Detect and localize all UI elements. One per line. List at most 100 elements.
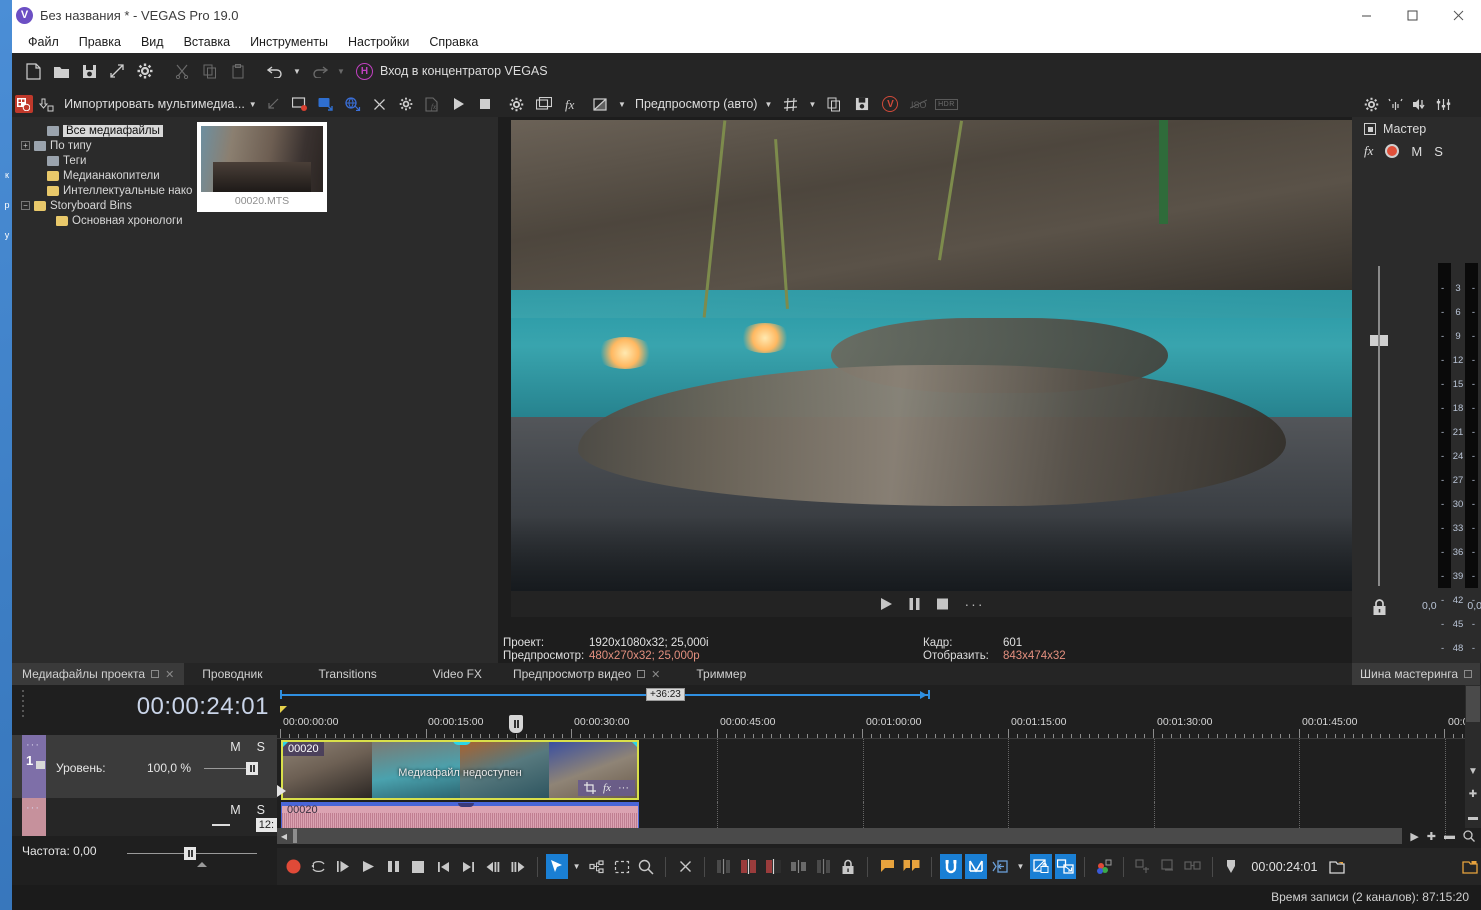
float-panel-icon[interactable] [151, 670, 159, 678]
zoom-out-icon[interactable]: ▬ [1444, 830, 1455, 842]
insert-region-icon[interactable] [901, 854, 923, 879]
menu-edit[interactable]: Правка [69, 33, 131, 51]
preview-media-icon[interactable] [446, 91, 472, 117]
close-button[interactable] [1435, 0, 1481, 31]
mute-button[interactable]: M [1411, 144, 1422, 159]
marker-bar[interactable] [277, 704, 1481, 716]
overlays-grid-icon[interactable] [777, 91, 803, 117]
color-match-tool-icon[interactable] [1093, 854, 1115, 879]
pan-crop-icon[interactable] [584, 782, 596, 794]
panel-grip[interactable] [22, 687, 28, 720]
edit-details-icon[interactable] [1132, 854, 1154, 879]
paste-icon[interactable] [225, 58, 251, 84]
close-icon[interactable]: ✕ [651, 668, 660, 681]
open-project-icon[interactable] [48, 58, 74, 84]
preview-fx-icon[interactable]: fx [559, 91, 585, 117]
save-snapshot-to-file-icon[interactable] [849, 91, 875, 117]
scroll-left-icon[interactable]: ◀ [277, 832, 291, 841]
float-panel-icon[interactable] [637, 670, 645, 678]
input-monitor-icon[interactable] [1388, 98, 1403, 111]
tree-item-main-timeline[interactable]: Основная хронологи [12, 213, 193, 228]
track-height-increase-icon[interactable]: ✚ [1465, 784, 1481, 804]
tab-video-fx[interactable]: Video FX [423, 663, 492, 685]
timeline-vertical-scrollbar[interactable]: ▼ ✚ ▬ [1465, 685, 1481, 828]
import-dropdown-icon[interactable]: ▼ [246, 91, 260, 117]
cut-icon[interactable] [169, 58, 195, 84]
iso-sensitivity-icon[interactable]: ISO [905, 91, 931, 117]
zoom-tool-icon[interactable] [1463, 830, 1475, 842]
zoom-edit-tool-icon[interactable] [636, 854, 658, 879]
auto-ripple-icon[interactable] [763, 854, 785, 879]
import-media-label[interactable]: Импортировать мультимедиа... [64, 97, 245, 111]
auto-crossfade-icon[interactable] [965, 854, 987, 879]
frequency-slider-knob[interactable] [184, 847, 196, 860]
tree-item-all-media[interactable]: Все медиафайлы [12, 123, 193, 138]
timeline-timecode-display[interactable]: 00:00:24:01 [137, 693, 269, 721]
split-screen-dropdown-icon[interactable]: ▼ [615, 91, 629, 117]
lock-aspect-ratio-icon[interactable] [1030, 854, 1052, 879]
track-options-icon[interactable]: ··· [26, 739, 40, 751]
scroll-right-icon[interactable]: ▶ [1410, 830, 1418, 843]
preview-video-canvas[interactable] [511, 120, 1353, 591]
bus-fx-button[interactable]: fx [1364, 143, 1373, 159]
pause-icon[interactable] [909, 597, 920, 611]
float-panel-icon[interactable] [1464, 670, 1472, 678]
stop-preview-icon[interactable] [473, 91, 499, 117]
go-to-end-icon[interactable] [457, 854, 479, 879]
menu-options[interactable]: Настройки [338, 33, 419, 51]
track-color-strip[interactable]: ··· [22, 798, 46, 836]
vegas-logo-icon[interactable]: V [877, 91, 903, 117]
track-level-value[interactable]: 100,0 % [147, 761, 191, 775]
transport-timecode[interactable]: 00:00:24:01 [1251, 860, 1317, 874]
track-solo-button[interactable]: S [257, 740, 265, 754]
tree-item-smart-bins[interactable]: Интеллектуальные нако [12, 183, 193, 198]
minimize-button[interactable] [1343, 0, 1389, 31]
trim-event-icon[interactable] [1157, 854, 1179, 879]
split-screen-view-icon[interactable] [587, 91, 613, 117]
media-bin-tree[interactable]: Все медиафайлы + По типу Теги [12, 117, 193, 641]
ignore-event-grouping-icon[interactable] [813, 854, 835, 879]
hdr-badge-icon[interactable]: HDR [933, 91, 959, 117]
marker-flag-icon[interactable] [280, 706, 287, 713]
record-icon[interactable] [283, 854, 305, 879]
stop-icon[interactable] [936, 597, 949, 611]
preview-quality-dropdown-icon[interactable]: ▼ [761, 91, 775, 117]
loop-region-bar[interactable]: +36:23 [280, 688, 1462, 702]
next-frame-icon[interactable] [507, 854, 529, 879]
media-thumbnail-card[interactable]: 00020.MTS [197, 122, 327, 212]
menu-insert[interactable]: Вставка [174, 33, 240, 51]
expander-minus-icon[interactable]: − [21, 201, 30, 210]
close-icon[interactable] [674, 854, 696, 879]
new-bin-icon[interactable] [34, 91, 60, 117]
play-from-start-icon[interactable] [333, 854, 355, 879]
timeline-horizontal-scrollbar[interactable]: ◀ [277, 828, 1402, 844]
vegas-hub-login-button[interactable]: H Вход в концентратор VEGAS [356, 63, 548, 80]
track-level-slider-knob[interactable] [246, 762, 258, 775]
normal-edit-tool-icon[interactable] [546, 854, 568, 879]
undo-icon[interactable] [262, 58, 288, 84]
envelope-edit-tool-icon[interactable] [586, 854, 608, 879]
more-options-icon[interactable]: ··· [965, 596, 985, 612]
video-event-clip[interactable]: 00020 Медиафайл недоступен fx ··· [281, 740, 639, 800]
fade-in-handle[interactable] [281, 740, 290, 749]
automatic-crossfades-icon[interactable] [990, 854, 1012, 879]
pause-icon[interactable] [383, 854, 405, 879]
track-mute-button[interactable]: M [230, 803, 240, 817]
expander-plus-icon[interactable]: + [21, 141, 30, 150]
tree-item-storyboard-bins[interactable]: − Storyboard Bins [12, 198, 193, 213]
video-track-header[interactable]: ··· 1 M S Уровень: 100,0 % [12, 735, 277, 798]
enable-snapping-icon[interactable] [713, 854, 735, 879]
resize-icon[interactable] [261, 91, 287, 117]
lock-icon[interactable] [837, 854, 859, 879]
scroll-down-icon[interactable]: ▼ [1465, 761, 1481, 781]
tree-item-tags[interactable]: Теги [12, 153, 193, 168]
copy-icon[interactable] [197, 58, 223, 84]
sync-icon[interactable] [1182, 854, 1204, 879]
tab-trimmer[interactable]: Триммер [686, 663, 756, 685]
tab-project-media[interactable]: Медиафайлы проекта ✕ [12, 663, 184, 685]
maximize-button[interactable] [1389, 0, 1435, 31]
tree-item-by-type[interactable]: + По типу [12, 138, 193, 153]
record-arm-icon[interactable] [1385, 144, 1399, 158]
crossfade-dropdown-icon[interactable]: ▼ [1014, 854, 1026, 880]
remove-media-icon[interactable] [367, 91, 393, 117]
